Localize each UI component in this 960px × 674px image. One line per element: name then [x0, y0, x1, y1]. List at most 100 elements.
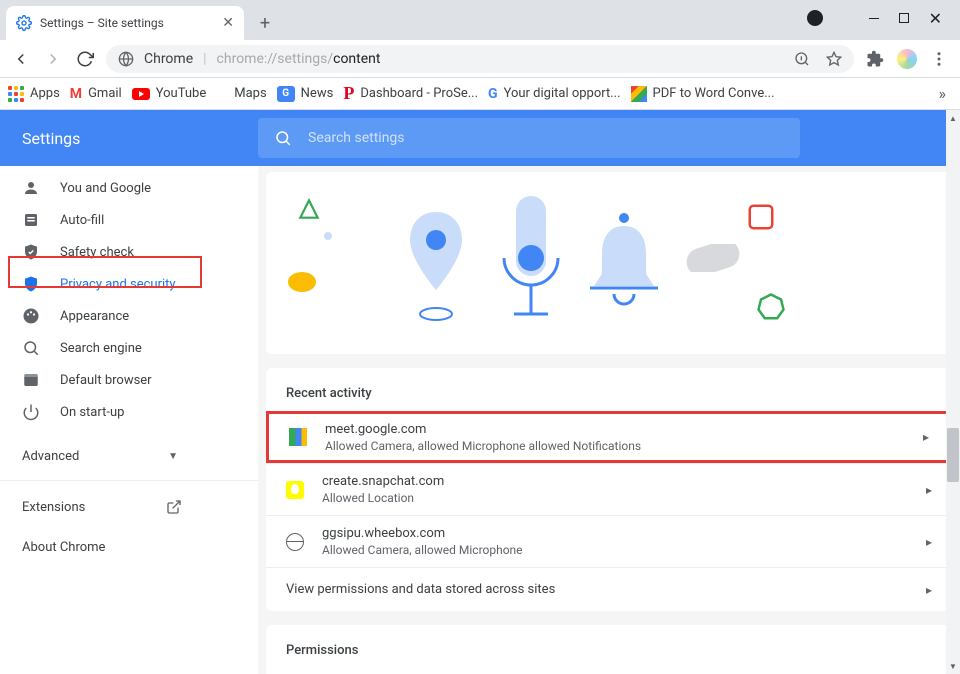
maximize-button[interactable]: [899, 13, 909, 23]
scrollbar-thumb[interactable]: [947, 428, 959, 482]
sidebar-label: About Chrome: [22, 540, 105, 555]
autofill-icon: [22, 211, 40, 229]
profile-avatar[interactable]: [892, 44, 922, 74]
sidebar-item-about-chrome[interactable]: About Chrome: [0, 527, 258, 567]
gmail-icon: M: [70, 86, 82, 102]
search-icon: [274, 129, 292, 147]
site-desc: Allowed Camera, allowed Microphone allow…: [325, 439, 905, 453]
reload-button[interactable]: [70, 44, 100, 74]
settings-main-panel: Recent activity meet.google.com Allowed …: [258, 166, 960, 674]
hero-illustration: [266, 172, 952, 354]
permission-row-location[interactable]: Location: [266, 662, 952, 674]
site-row-snapchat[interactable]: create.snapchat.com Allowed Location ▸: [266, 463, 952, 515]
snapchat-favicon: [286, 481, 304, 499]
new-tab-button[interactable]: +: [250, 8, 280, 38]
palette-icon: [22, 307, 40, 325]
settings-header: Settings Search settings: [0, 110, 960, 166]
bookmark-news[interactable]: G News: [277, 86, 334, 102]
pinterest-icon: P: [343, 83, 354, 104]
browser-toolbar: Chrome | chrome://settings/content: [0, 40, 960, 78]
omnibox[interactable]: Chrome | chrome://settings/content: [106, 45, 854, 73]
site-host: create.snapchat.com: [322, 474, 908, 489]
bell-icon: [588, 212, 660, 312]
bookmark-gmail[interactable]: M Gmail: [70, 86, 122, 102]
chevron-right-icon: ▸: [926, 483, 932, 497]
minimize-button[interactable]: [869, 18, 879, 19]
sidebar-item-safety-check[interactable]: Safety check: [0, 236, 258, 268]
site-host: ggsipu.wheebox.com: [322, 526, 908, 541]
shield-check-icon: [22, 243, 40, 261]
site-host: meet.google.com: [325, 422, 905, 437]
site-desc: Allowed Camera, allowed Microphone: [322, 543, 908, 557]
bookmark-label: YouTube: [156, 86, 207, 101]
extensions-icon[interactable]: [860, 44, 890, 74]
bookmarks-bar: Apps M Gmail YouTube Maps G News P Dashboar…: [0, 78, 960, 110]
bookmark-label: Gmail: [88, 86, 122, 101]
sidebar-label: Advanced: [22, 449, 79, 464]
view-all-permissions-row[interactable]: View permissions and data stored across …: [266, 567, 952, 611]
search-icon: [22, 339, 40, 357]
site-row-wheebox[interactable]: ggsipu.wheebox.com Allowed Camera, allow…: [266, 515, 952, 567]
bookmark-maps[interactable]: Maps: [216, 86, 266, 102]
bookmark-label: News: [301, 86, 334, 101]
tab-title: Settings – Site settings: [40, 16, 164, 30]
sidebar-item-appearance[interactable]: Appearance: [0, 300, 258, 332]
account-indicator-icon[interactable]: ▾: [807, 10, 823, 26]
settings-sidebar: You and Google Auto-fill Safety check Pr…: [0, 166, 258, 674]
zoom-icon[interactable]: [794, 51, 810, 67]
site-desc: Allowed Location: [322, 491, 908, 505]
bookmarks-overflow-icon[interactable]: »: [939, 84, 953, 103]
bookmark-google[interactable]: GYour digital opport...: [488, 86, 621, 102]
recent-activity-heading: Recent activity: [266, 368, 952, 411]
bookmark-star-icon[interactable]: [826, 51, 842, 67]
back-button[interactable]: [6, 44, 36, 74]
apps-grid-icon: [8, 86, 24, 102]
sidebar-label: Extensions: [22, 500, 85, 515]
permissions-heading: Permissions: [266, 625, 952, 662]
bookmark-label: Dashboard - ProSe...: [360, 86, 478, 101]
chevron-right-icon: ▸: [926, 535, 932, 549]
sidebar-label: Safety check: [60, 245, 134, 260]
heptagon-icon: [756, 292, 786, 322]
chrome-label: Chrome: [144, 51, 193, 67]
window-tabstrip: Settings – Site settings ✕ + ▾ ✕: [0, 0, 960, 40]
pdf-icon: [631, 86, 647, 102]
bookmark-label: PDF to Word Conve...: [653, 86, 775, 101]
sidebar-item-on-startup[interactable]: On start-up: [0, 396, 258, 428]
close-window-button[interactable]: ✕: [929, 9, 942, 28]
forward-button[interactable]: [38, 44, 68, 74]
close-tab-icon[interactable]: ✕: [222, 15, 234, 31]
scroll-up-button[interactable]: ▲: [946, 110, 960, 126]
sidebar-item-autofill[interactable]: Auto-fill: [0, 204, 258, 236]
sidebar-label: You and Google: [60, 181, 151, 196]
person-icon: [22, 179, 40, 197]
bookmark-youtube[interactable]: YouTube: [132, 86, 207, 101]
search-placeholder: Search settings: [308, 130, 405, 146]
bookmark-label: Apps: [30, 86, 60, 101]
bookmark-pinterest[interactable]: P Dashboard - ProSe...: [343, 83, 478, 104]
site-row-meet[interactable]: meet.google.com Allowed Camera, allowed …: [266, 411, 952, 463]
bookmark-pdf[interactable]: PDF to Word Conve...: [631, 86, 775, 102]
sidebar-item-you-and-google[interactable]: You and Google: [0, 172, 258, 204]
news-icon: G: [277, 86, 295, 102]
sidebar-item-extensions[interactable]: Extensions: [0, 487, 258, 527]
recent-activity-card: Recent activity meet.google.com Allowed …: [266, 368, 952, 611]
permissions-card: Permissions Location: [266, 625, 952, 674]
settings-content: You and Google Auto-fill Safety check Pr…: [0, 166, 960, 674]
kebab-menu-icon[interactable]: [924, 44, 954, 74]
sidebar-item-privacy-security[interactable]: Privacy and security: [0, 268, 258, 300]
scroll-down-button[interactable]: ▼: [946, 658, 960, 674]
search-settings-input[interactable]: Search settings: [258, 118, 800, 158]
sidebar-label: Privacy and security: [60, 277, 176, 292]
sidebar-item-default-browser[interactable]: Default browser: [0, 364, 258, 396]
vertical-scrollbar[interactable]: ▲ ▼: [946, 110, 960, 674]
external-link-icon: [166, 499, 182, 515]
apps-shortcut[interactable]: Apps: [8, 86, 60, 102]
sidebar-item-search-engine[interactable]: Search engine: [0, 332, 258, 364]
dot-icon: [324, 232, 332, 240]
blob-icon: [288, 272, 316, 292]
site-info-icon[interactable]: [118, 51, 134, 67]
sidebar-advanced-toggle[interactable]: Advanced ▼: [0, 438, 258, 474]
browser-tab[interactable]: Settings – Site settings ✕: [6, 6, 244, 40]
sidebar-label: On start-up: [60, 405, 124, 420]
